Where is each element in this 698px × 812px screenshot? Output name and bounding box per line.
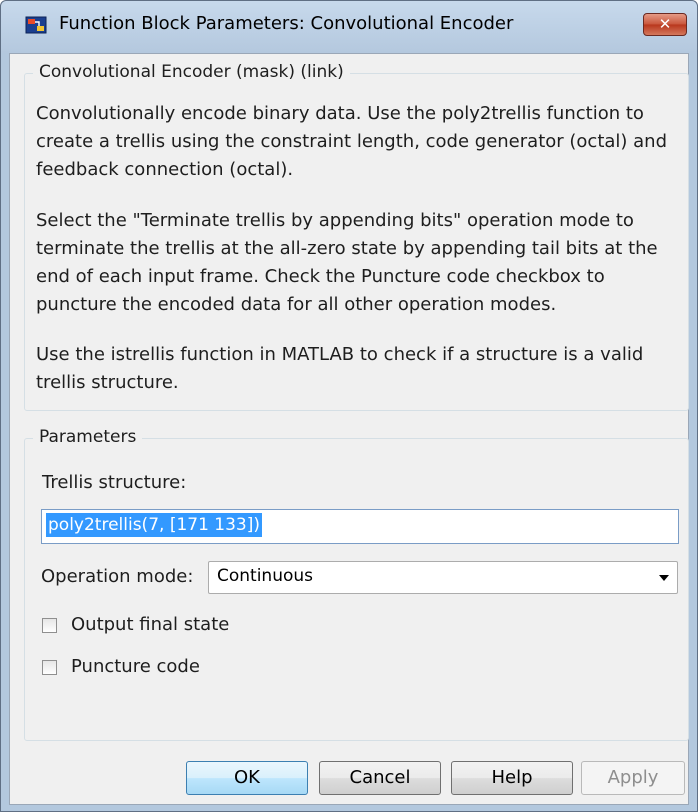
- description-paragraph-2: Select the "Terminate trellis by appendi…: [36, 210, 658, 315]
- help-button[interactable]: Help: [451, 761, 573, 795]
- trellis-structure-value: poly2trellis(7, [171 133]): [46, 513, 263, 537]
- output-final-state-label[interactable]: Output final state: [71, 614, 229, 635]
- operation-mode-label: Operation mode:: [41, 566, 194, 587]
- apply-button[interactable]: Apply: [581, 761, 685, 795]
- trellis-structure-input[interactable]: poly2trellis(7, [171 133]): [41, 509, 679, 544]
- close-button[interactable]: ✕: [643, 13, 687, 36]
- trellis-structure-label: Trellis structure:: [42, 472, 187, 493]
- parameters-group-label: Parameters: [33, 427, 143, 447]
- description-paragraph-3: Use the istrellis function in MATLAB to …: [36, 344, 644, 393]
- puncture-code-label[interactable]: Puncture code: [71, 656, 200, 677]
- operation-mode-value: Continuous: [217, 566, 314, 586]
- chevron-down-icon: [659, 575, 669, 581]
- dialog-window: Function Block Parameters: Convolutional…: [0, 0, 698, 812]
- cancel-button[interactable]: Cancel: [319, 761, 441, 795]
- close-icon: ✕: [658, 15, 672, 33]
- title-bar[interactable]: Function Block Parameters: Convolutional…: [1, 1, 697, 53]
- description-paragraph-1: Convolutionally encode binary data. Use …: [36, 103, 668, 180]
- ok-button[interactable]: OK: [186, 761, 308, 795]
- window-title: Function Block Parameters: Convolutional…: [59, 13, 514, 34]
- operation-mode-select[interactable]: Continuous: [208, 561, 678, 594]
- mask-group-label: Convolutional Encoder (mask) (link): [33, 62, 350, 82]
- output-final-state-checkbox[interactable]: [42, 618, 57, 633]
- simulink-block-icon: [25, 16, 47, 34]
- puncture-code-checkbox[interactable]: [42, 660, 57, 675]
